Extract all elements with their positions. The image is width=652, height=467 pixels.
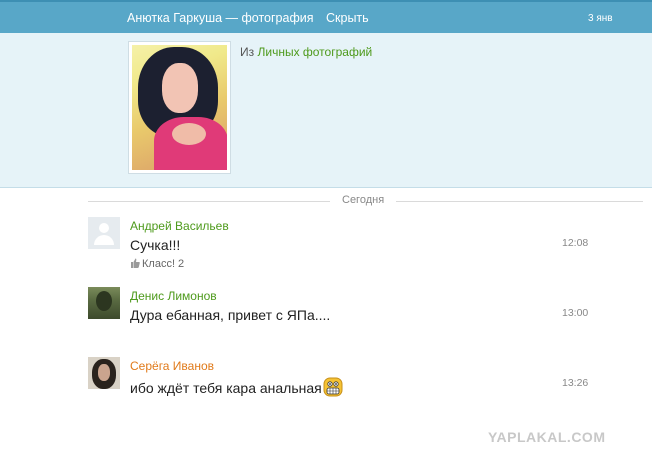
user-avatar[interactable]: [88, 357, 120, 389]
hide-button[interactable]: Скрыть: [326, 11, 369, 25]
comment-author[interactable]: Денис Лимонов: [130, 289, 217, 303]
comment-text-body: ибо ждёт тебя кара анальная: [130, 380, 322, 396]
default-user-icon[interactable]: [88, 217, 120, 249]
top-bar: Анютка Гаркуша — фотография Скрыть 3 янв: [0, 0, 652, 33]
photo-area: Из Личных фотографий: [0, 33, 652, 188]
like-button[interactable]: Класс! 2: [130, 258, 184, 270]
comment-time: 13:26: [562, 377, 589, 389]
comment-time: 13:00: [562, 307, 589, 319]
album-link[interactable]: Личных фотографий: [257, 45, 372, 59]
user-avatar[interactable]: [88, 287, 120, 319]
comment-author[interactable]: Андрей Васильев: [130, 219, 229, 233]
from-prefix: Из: [240, 45, 255, 59]
photo-thumbnail[interactable]: [128, 41, 231, 174]
comment-author[interactable]: Серёга Иванов: [130, 359, 214, 373]
notification-date: 3 янв: [588, 13, 613, 24]
photo-title[interactable]: Анютка Гаркуша — фотография: [127, 11, 314, 25]
photo-source: Из Личных фотографий: [240, 45, 372, 59]
comment-text: ибо ждёт тебя кара анальная: [130, 377, 343, 397]
comment-time: 12:08: [562, 237, 589, 249]
like-count: Класс! 2: [142, 258, 185, 270]
comment-text: Сучка!!!: [130, 237, 181, 253]
date-divider-label: Сегодня: [330, 194, 397, 206]
site-watermark: YAPLAKAL.COM: [488, 429, 606, 445]
comment-text: Дура ебанная, привет с ЯПа....: [130, 307, 331, 323]
photo-image: [132, 45, 227, 170]
grinning-smiley-icon: [323, 377, 343, 397]
thumbs-up-icon: [131, 258, 140, 268]
